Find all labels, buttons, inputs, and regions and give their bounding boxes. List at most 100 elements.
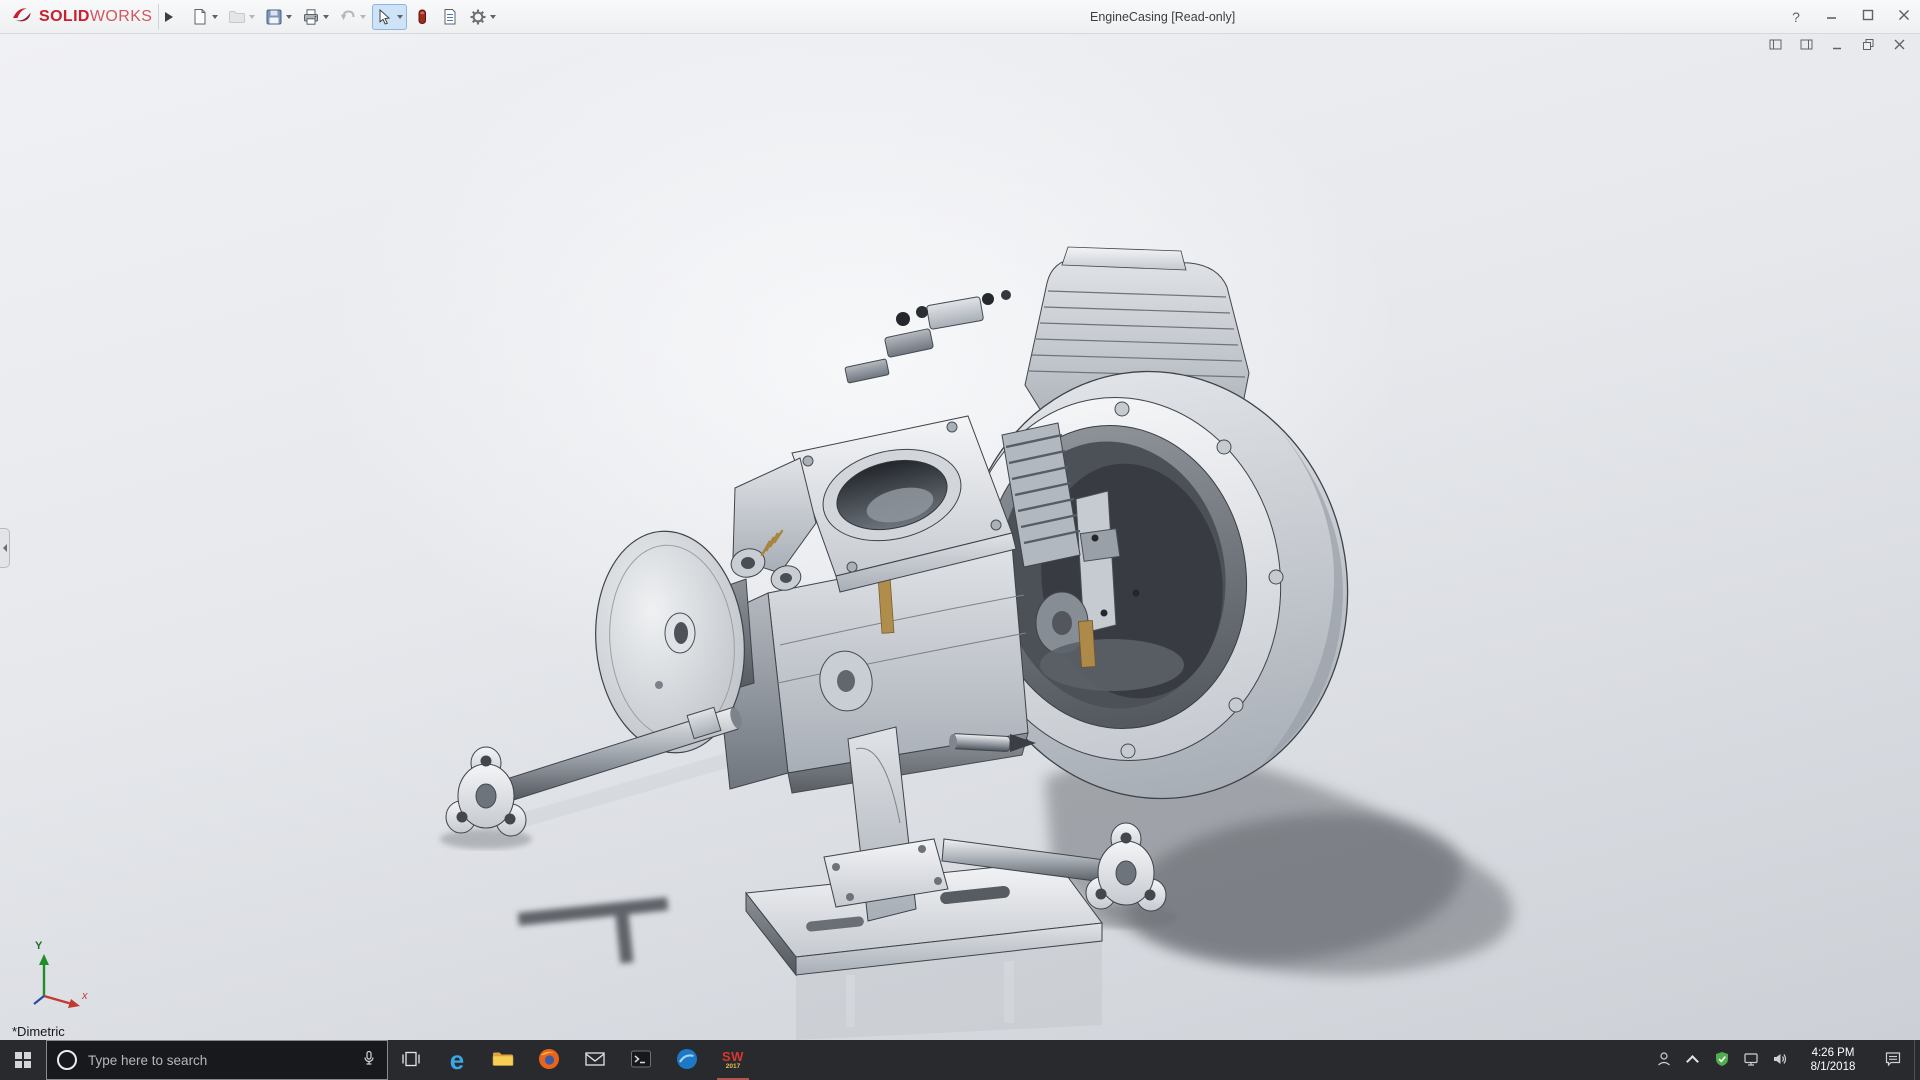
select-tool-button[interactable] — [372, 4, 407, 30]
dropdown-caret-icon — [490, 15, 496, 19]
toolbar-expand-arrow[interactable] — [158, 4, 179, 30]
quick-access-toolbar — [187, 4, 500, 30]
defender-shield-icon — [1714, 1051, 1730, 1070]
intake-parts — [845, 290, 1011, 383]
chevron-left-icon — [3, 544, 7, 552]
task-view-icon — [400, 1048, 422, 1073]
orientation-triad: Y x — [22, 946, 96, 1012]
taskbar-clock[interactable]: 4:26 PM 8/1/2018 — [1794, 1040, 1872, 1080]
file-properties-icon — [441, 8, 459, 26]
dropdown-caret-icon — [286, 15, 292, 19]
open-folder-icon — [228, 8, 246, 26]
volume-button[interactable] — [1765, 1040, 1794, 1080]
solidworks-2017-button[interactable]: SW 2017 — [710, 1040, 756, 1080]
windows-taskbar: e SW 2017 4:26 PM 8/ — [0, 1040, 1920, 1080]
defender-button[interactable] — [1707, 1040, 1736, 1080]
microphone-icon — [361, 1050, 377, 1071]
dropdown-caret-icon — [212, 15, 218, 19]
minimize-button[interactable] — [1824, 9, 1840, 25]
maximize-button[interactable] — [1860, 9, 1876, 25]
graphics-viewport[interactable]: Y x *Dimetric — [0, 33, 1920, 1040]
dassault-systemes-logo-icon — [10, 5, 34, 28]
window-controls: ? — [1788, 0, 1912, 33]
new-document-icon — [191, 8, 209, 26]
document-window-controls — [1768, 39, 1906, 53]
clock-date: 8/1/2018 — [1811, 1060, 1856, 1074]
triad-axes-icon — [22, 946, 96, 1012]
tray-overflow-button[interactable] — [1678, 1040, 1707, 1080]
action-center-button[interactable] — [1872, 1040, 1914, 1080]
file-explorer-icon — [491, 1047, 515, 1074]
firefox-icon — [537, 1047, 561, 1074]
search-input[interactable] — [86, 1052, 352, 1069]
maximize-icon — [1862, 9, 1874, 24]
doc-close-button[interactable] — [1892, 39, 1906, 53]
display-icon — [1743, 1051, 1759, 1070]
linkage-bracket — [728, 458, 816, 593]
open-button[interactable] — [224, 4, 259, 30]
app-titlebar: SOLIDWORKS — [0, 0, 1920, 34]
task-view-button[interactable] — [388, 1040, 434, 1080]
undo-arrow-icon — [339, 8, 357, 26]
edge-button[interactable]: e — [434, 1040, 480, 1080]
windows-logo-icon — [15, 1052, 32, 1069]
close-button[interactable] — [1896, 9, 1912, 25]
taskbar-search[interactable] — [46, 1040, 388, 1080]
print-button[interactable] — [298, 4, 333, 30]
engine-casing-model — [0, 33, 1920, 1040]
brand-text: SOLIDWORKS — [39, 8, 152, 26]
pane-right-button[interactable] — [1799, 39, 1813, 53]
action-center-icon — [1884, 1050, 1902, 1071]
people-button[interactable] — [1649, 1040, 1678, 1080]
firefox-button[interactable] — [526, 1040, 572, 1080]
close-icon — [1898, 9, 1910, 24]
display-button[interactable] — [1736, 1040, 1765, 1080]
doc-restore-icon — [1862, 38, 1875, 54]
doc-minimize-icon — [1831, 38, 1844, 54]
cortana-icon — [57, 1050, 77, 1070]
command-prompt-icon — [629, 1047, 653, 1074]
view-orientation-label: *Dimetric — [12, 1024, 65, 1039]
system-tray: 4:26 PM 8/1/2018 — [1649, 1040, 1920, 1080]
doc-minimize-button[interactable] — [1830, 39, 1844, 53]
blue-circle-app-icon — [675, 1047, 699, 1074]
new-document-button[interactable] — [187, 4, 222, 30]
start-button[interactable] — [0, 1040, 46, 1080]
select-cursor-icon — [376, 8, 394, 26]
edge-icon: e — [450, 1047, 464, 1073]
pane-left-icon — [1769, 38, 1782, 54]
save-floppy-icon — [265, 8, 283, 26]
doc-close-icon — [1893, 38, 1906, 54]
file-explorer-button[interactable] — [480, 1040, 526, 1080]
dropdown-caret-icon — [249, 15, 255, 19]
print-icon — [302, 8, 320, 26]
solidworks-2017-icon: SW 2017 — [722, 1050, 744, 1071]
file-properties-button[interactable] — [437, 4, 463, 30]
minimize-icon — [1826, 9, 1838, 24]
panel-collapse-tab[interactable] — [0, 528, 10, 568]
blue-app-button[interactable] — [664, 1040, 710, 1080]
pane-right-icon — [1800, 38, 1813, 54]
solidworks-logo: SOLIDWORKS — [0, 5, 158, 28]
show-desktop-button[interactable] — [1914, 1040, 1920, 1080]
clock-time: 4:26 PM — [1812, 1046, 1855, 1060]
mail-icon — [583, 1047, 607, 1074]
help-button[interactable]: ? — [1788, 9, 1804, 25]
doc-restore-button[interactable] — [1861, 39, 1875, 53]
red-tool-button[interactable] — [409, 4, 435, 30]
x-axis-label: x — [82, 990, 88, 1002]
pane-left-button[interactable] — [1768, 39, 1782, 53]
chevron-up-icon — [1686, 1055, 1699, 1068]
options-gear-icon — [469, 8, 487, 26]
undo-button[interactable] — [335, 4, 370, 30]
dropdown-caret-icon — [323, 15, 329, 19]
command-prompt-button[interactable] — [618, 1040, 664, 1080]
document-title: EngineCasing [Read-only] — [1090, 0, 1235, 33]
options-button[interactable] — [465, 4, 500, 30]
red-capsule-icon — [413, 8, 431, 26]
people-icon — [1656, 1051, 1672, 1070]
volume-icon — [1772, 1051, 1788, 1070]
dropdown-caret-icon — [397, 15, 403, 19]
save-button[interactable] — [261, 4, 296, 30]
mail-button[interactable] — [572, 1040, 618, 1080]
